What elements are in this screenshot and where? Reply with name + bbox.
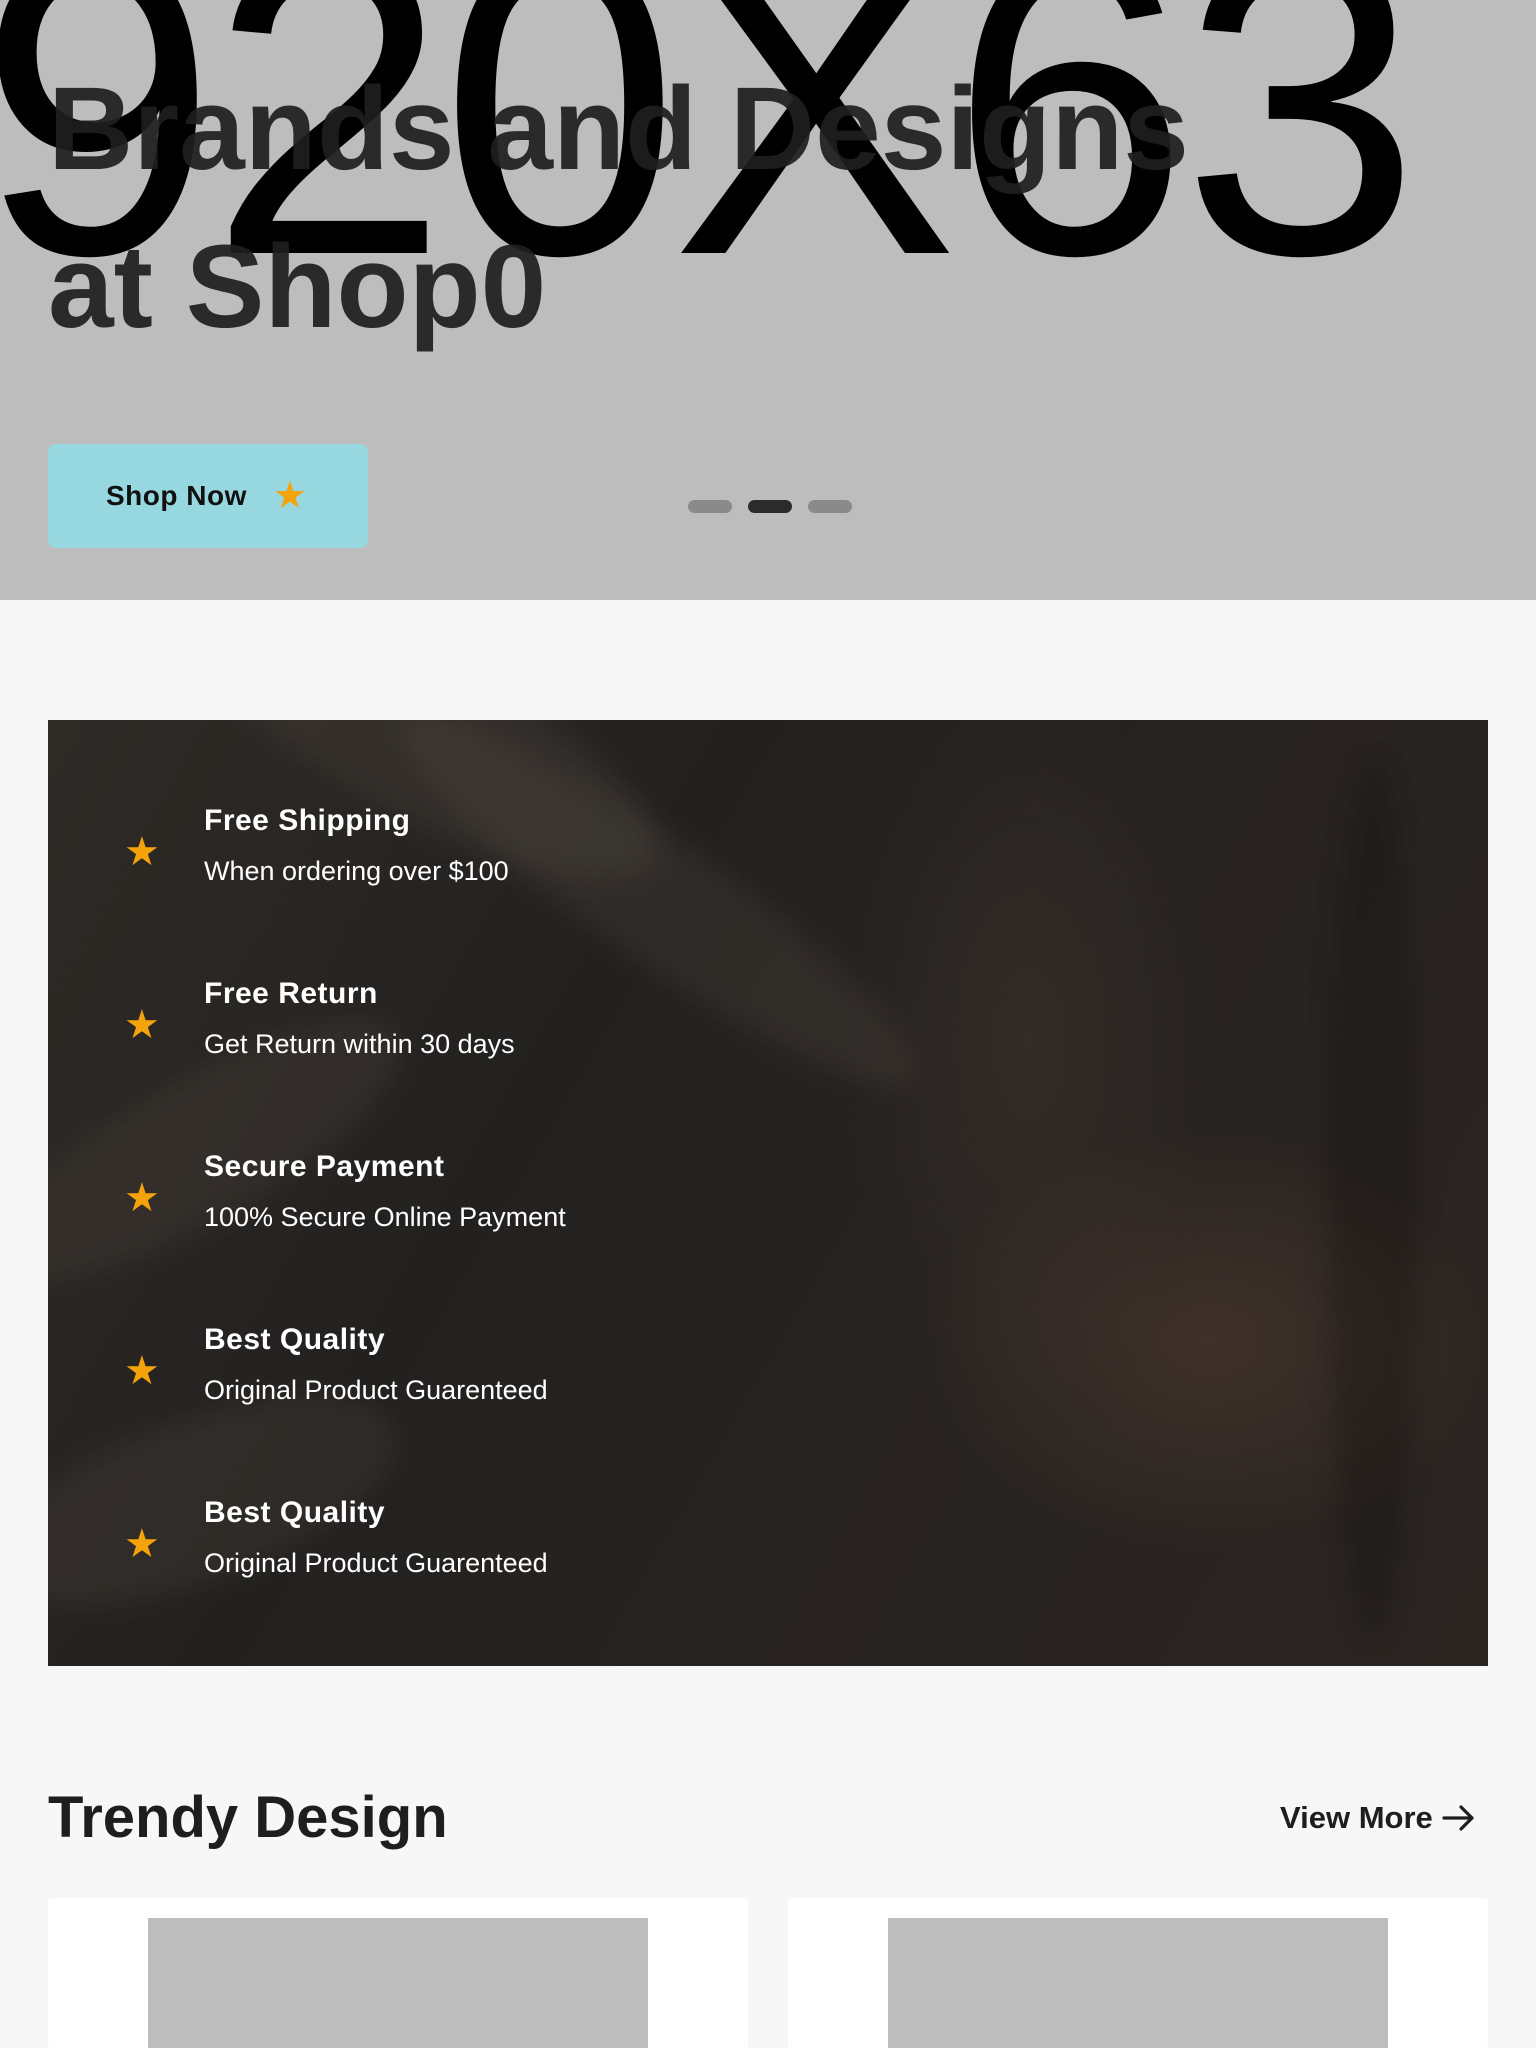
product-image-placeholder bbox=[888, 1918, 1388, 2048]
feature-item-best-quality: ★ Best Quality Original Product Guarente… bbox=[48, 1496, 848, 1606]
feature-title: Free Return bbox=[204, 977, 378, 1010]
view-more-label: View More bbox=[1280, 1800, 1433, 1835]
feature-item-free-return: ★ Free Return Get Return within 30 days bbox=[48, 977, 848, 1087]
hero-banner: 920X63 Brands and Designs at Shop0 Shop … bbox=[0, 0, 1536, 600]
hero-title-line-2: at Shop0 bbox=[48, 221, 547, 353]
product-image-placeholder bbox=[148, 1918, 648, 2048]
slider-dots bbox=[688, 500, 852, 513]
feature-description: Original Product Guarenteed bbox=[204, 1375, 548, 1405]
feature-description: 100% Secure Online Payment bbox=[204, 1202, 566, 1232]
star-icon: ★ bbox=[124, 1003, 160, 1047]
feature-description: Original Product Guarenteed bbox=[204, 1548, 548, 1578]
shop-now-button[interactable]: Shop Now ★ bbox=[48, 444, 368, 548]
feature-item-free-shipping: ★ Free Shipping When ordering over $100 bbox=[48, 804, 848, 914]
background-streak bbox=[1328, 760, 1418, 1640]
feature-item-best-quality: ★ Best Quality Original Product Guarente… bbox=[48, 1323, 848, 1433]
product-card[interactable] bbox=[788, 1898, 1488, 2048]
hero-title-line-1: Brands and Designs bbox=[48, 63, 1189, 195]
star-icon: ★ bbox=[124, 1176, 160, 1220]
shop-now-label: Shop Now bbox=[106, 480, 247, 511]
features-panel: ★ Free Shipping When ordering over $100 … bbox=[48, 720, 1488, 1666]
feature-description: When ordering over $100 bbox=[204, 856, 509, 886]
star-icon: ★ bbox=[124, 830, 160, 874]
feature-title: Free Shipping bbox=[204, 804, 411, 837]
feature-item-secure-payment: ★ Secure Payment 100% Secure Online Paym… bbox=[48, 1150, 848, 1260]
feature-title: Secure Payment bbox=[204, 1150, 445, 1183]
star-icon: ★ bbox=[272, 475, 307, 517]
feature-description: Get Return within 30 days bbox=[204, 1029, 515, 1059]
slider-dot-1[interactable] bbox=[688, 500, 732, 513]
star-icon: ★ bbox=[124, 1349, 160, 1393]
product-card[interactable] bbox=[48, 1898, 748, 2048]
view-more-link[interactable]: View More bbox=[1280, 1800, 1477, 1836]
slider-dot-2[interactable] bbox=[748, 500, 792, 513]
star-icon: ★ bbox=[124, 1522, 160, 1566]
hero-title: Brands and Designs at Shop0 bbox=[48, 50, 1348, 366]
feature-title: Best Quality bbox=[204, 1496, 386, 1529]
feature-title: Best Quality bbox=[204, 1323, 386, 1356]
arrow-right-icon bbox=[1442, 1805, 1474, 1831]
slider-dot-3[interactable] bbox=[808, 500, 852, 513]
section-title-trendy-design: Trendy Design bbox=[48, 1785, 448, 1850]
